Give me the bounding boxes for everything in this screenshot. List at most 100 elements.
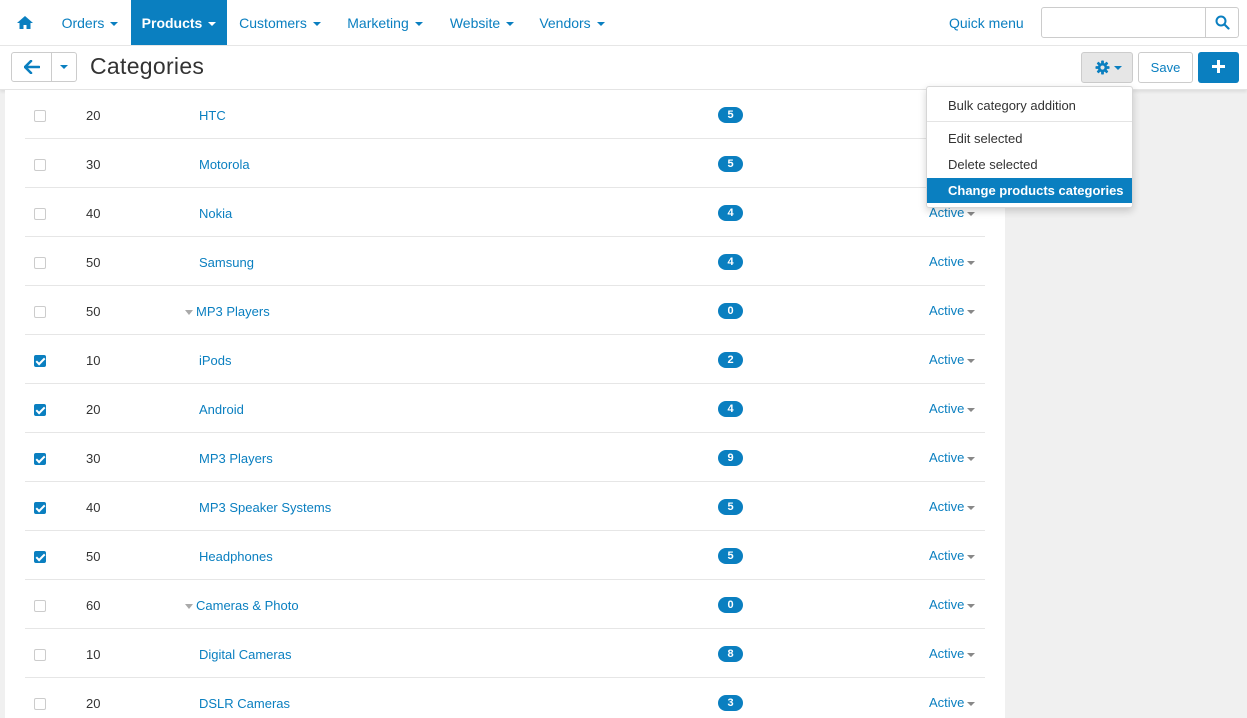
menu-item-bulk-category-addition[interactable]: Bulk category addition [927, 93, 1132, 118]
chevron-down-icon [110, 22, 119, 27]
search-box [1041, 7, 1239, 38]
search-button[interactable] [1205, 8, 1238, 37]
nav-vendors[interactable]: Vendors [528, 0, 616, 45]
row-checkbox[interactable] [34, 257, 46, 269]
category-name-link[interactable]: MP3 Players [199, 451, 273, 466]
chevron-down-icon [312, 22, 321, 27]
row-checkbox[interactable] [34, 355, 46, 367]
status-dropdown[interactable]: Active [929, 352, 976, 367]
status-dropdown[interactable]: Active [929, 254, 976, 269]
row-checkbox[interactable] [34, 551, 46, 563]
table-row: 50 Samsung 4 Active [25, 237, 985, 286]
search-input[interactable] [1042, 8, 1205, 37]
menu-divider [927, 121, 1132, 122]
product-count-badge: 5 [718, 107, 743, 123]
status-dropdown[interactable]: Active [929, 695, 976, 710]
chevron-down-icon [208, 22, 217, 27]
category-name-link[interactable]: MP3 Speaker Systems [199, 500, 331, 515]
status-dropdown[interactable]: Active [929, 646, 976, 661]
chevron-down-icon [596, 22, 605, 27]
product-count-badge: 4 [718, 254, 743, 270]
chevron-down-icon [967, 505, 976, 510]
nav-orders[interactable]: Orders [49, 0, 131, 45]
row-checkbox[interactable] [34, 208, 46, 220]
nav-customers-label: Customers [239, 15, 307, 31]
chevron-down-icon [967, 652, 976, 657]
nav-marketing[interactable]: Marketing [334, 0, 436, 45]
row-checkbox[interactable] [34, 502, 46, 514]
category-name-link[interactable]: DSLR Cameras [199, 696, 290, 711]
position-value: 10 [86, 353, 101, 368]
chevron-down-icon [506, 22, 515, 27]
position-value: 20 [86, 696, 101, 711]
category-name: MP3 Players [196, 304, 270, 319]
product-count-badge: 4 [718, 205, 743, 221]
category-name-link[interactable]: Digital Cameras [199, 647, 291, 662]
add-category-button[interactable] [1198, 52, 1239, 83]
table-row: 10 Digital Cameras 8 Active [25, 629, 985, 678]
chevron-down-icon [967, 554, 976, 559]
menu-item-edit-selected[interactable]: Edit selected [927, 126, 1132, 151]
quick-menu-link[interactable]: Quick menu [949, 0, 1024, 46]
settings-dropdown-menu: Bulk category addition Edit selected Del… [926, 86, 1133, 208]
category-name-link[interactable]: Cameras & Photo [185, 598, 299, 613]
save-button[interactable]: Save [1138, 52, 1193, 83]
back-button[interactable] [12, 53, 52, 81]
status-label: Active [929, 450, 965, 465]
status-label: Active [929, 695, 965, 710]
position-value: 10 [86, 647, 101, 662]
category-name-link[interactable]: Nokia [199, 206, 232, 221]
nav-products[interactable]: Products [131, 0, 227, 45]
category-name-link[interactable]: Motorola [199, 157, 250, 172]
row-checkbox[interactable] [34, 306, 46, 318]
collapse-triangle-icon[interactable] [185, 604, 193, 610]
status-dropdown[interactable]: Active [929, 499, 976, 514]
product-count-badge: 9 [718, 450, 743, 466]
menu-item-delete-selected[interactable]: Delete selected [927, 152, 1132, 177]
category-name-link[interactable]: HTC [199, 108, 226, 123]
chevron-down-icon [967, 456, 976, 461]
status-dropdown[interactable]: Active [929, 548, 976, 563]
row-checkbox[interactable] [34, 404, 46, 416]
product-count-badge: 4 [718, 401, 743, 417]
status-label: Active [929, 401, 965, 416]
product-count-badge: 2 [718, 352, 743, 368]
category-name-link[interactable]: Android [199, 402, 244, 417]
chevron-down-icon [967, 701, 976, 706]
menu-item-change-products-categories[interactable]: Change products categories [927, 178, 1132, 203]
product-count-badge: 5 [718, 499, 743, 515]
back-button-group [11, 52, 77, 82]
collapse-triangle-icon[interactable] [185, 310, 193, 316]
row-checkbox[interactable] [34, 453, 46, 465]
row-checkbox[interactable] [34, 600, 46, 612]
row-checkbox[interactable] [34, 110, 46, 122]
product-count-badge: 3 [718, 695, 743, 711]
nav-customers[interactable]: Customers [228, 0, 332, 45]
status-dropdown[interactable]: Active [929, 450, 976, 465]
nav-vendors-label: Vendors [539, 15, 591, 31]
status-dropdown[interactable]: Active [929, 597, 976, 612]
table-row: 10 iPods 2 Active [25, 335, 985, 384]
position-value: 50 [86, 255, 101, 270]
settings-dropdown-button[interactable] [1081, 52, 1133, 83]
position-value: 50 [86, 304, 101, 319]
nav-website[interactable]: Website [438, 0, 526, 45]
status-dropdown[interactable]: Active [929, 303, 976, 318]
row-checkbox[interactable] [34, 159, 46, 171]
gear-icon [1095, 60, 1110, 75]
table-row: 50 MP3 Players 0 Active [25, 286, 985, 335]
product-count-badge: 8 [718, 646, 743, 662]
row-checkbox[interactable] [34, 649, 46, 661]
category-name-link[interactable]: Headphones [199, 549, 273, 564]
category-name-link[interactable]: Samsung [199, 255, 254, 270]
status-dropdown[interactable]: Active [929, 401, 976, 416]
product-count-badge: 5 [718, 156, 743, 172]
chevron-down-icon [967, 211, 976, 216]
category-name: Cameras & Photo [196, 598, 299, 613]
category-name-link[interactable]: MP3 Players [185, 304, 270, 319]
category-name-link[interactable]: iPods [199, 353, 232, 368]
row-checkbox[interactable] [34, 698, 46, 710]
home-icon[interactable] [14, 12, 36, 34]
history-dropdown-button[interactable] [52, 53, 76, 81]
table-row: 20 Android 4 Active [25, 384, 985, 433]
